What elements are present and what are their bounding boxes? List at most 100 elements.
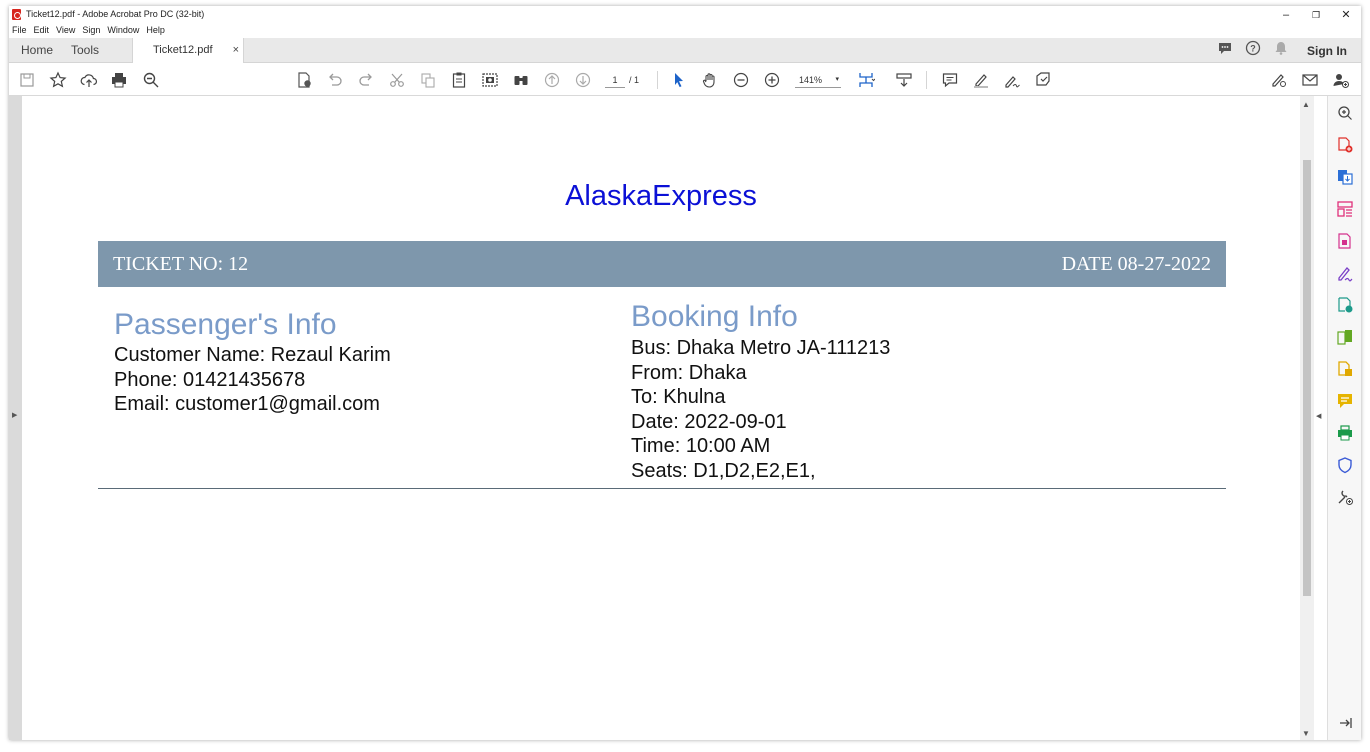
search-zoom-icon[interactable] [1336, 104, 1354, 122]
vertical-scrollbar[interactable]: ▲ ▼ [1300, 96, 1314, 740]
menu-sign[interactable]: Sign [79, 24, 104, 38]
ticket-header-bar: TICKET NO: 12 DATE 08-27-2022 [98, 241, 1226, 287]
svg-text:?: ? [1250, 44, 1256, 54]
stamp-tag-icon[interactable] [1034, 71, 1052, 89]
organize-pages-icon[interactable] [1336, 200, 1354, 218]
comment-icon[interactable] [941, 71, 959, 89]
email-icon[interactable] [1301, 71, 1319, 89]
tabbar-actions: ? Sign In [1217, 38, 1347, 63]
toolbar: 1 / 1 141% ▾ [9, 63, 1361, 96]
create-pdf-icon[interactable] [1336, 136, 1354, 154]
menu-view[interactable]: View [53, 24, 79, 38]
left-panel-toggle[interactable]: ▶ [9, 96, 22, 740]
window-title: Ticket12.pdf - Adobe Acrobat Pro DC (32-… [26, 9, 205, 19]
title-bar: Ticket12.pdf - Adobe Acrobat Pro DC (32-… [9, 6, 1361, 24]
tab-document-label: Ticket12.pdf [153, 44, 213, 56]
menu-file[interactable]: File [9, 24, 31, 38]
booking-bus: Bus: Dhaka Metro JA-111213 [631, 337, 891, 359]
cloud-upload-icon[interactable] [80, 71, 98, 89]
zoom-search-icon[interactable] [142, 71, 160, 89]
scroll-down-icon[interactable]: ▼ [1302, 729, 1310, 738]
add-user-icon[interactable] [1332, 71, 1350, 89]
restore-button[interactable]: ❐ [1301, 6, 1331, 24]
zoom-level-value: 141% [799, 75, 823, 85]
next-page-icon[interactable] [574, 71, 592, 89]
comment-tool-icon[interactable] [1336, 392, 1354, 410]
scroll-mode-icon[interactable] [895, 71, 913, 89]
menu-window[interactable]: Window [104, 24, 143, 38]
scrollbar-thumb[interactable] [1303, 160, 1311, 596]
booking-info-title: Booking Info [631, 300, 798, 333]
fill-sign-icon[interactable] [1270, 71, 1288, 89]
more-tools-icon[interactable] [1336, 488, 1354, 506]
prev-page-icon[interactable] [543, 71, 561, 89]
page-total: / 1 [629, 75, 640, 85]
booking-seats: Seats: D1,D2,E2,E1, [631, 460, 816, 482]
scroll-up-icon[interactable]: ▲ [1302, 100, 1310, 109]
undo-icon[interactable] [326, 71, 344, 89]
booking-date: Date: 2022-09-01 [631, 411, 787, 433]
tab-document[interactable]: Ticket12.pdf × [132, 38, 244, 63]
passenger-name: Customer Name: Rezaul Karim [114, 344, 391, 366]
highlight-pen-icon[interactable] [972, 71, 990, 89]
toolbar-divider [657, 71, 658, 89]
collapse-pane-icon[interactable] [1336, 714, 1354, 732]
sign-in-button[interactable]: Sign In [1307, 44, 1347, 58]
ticket-number: TICKET NO: 12 [113, 253, 249, 275]
zoom-out-icon[interactable] [732, 71, 750, 89]
brand-title: AlaskaExpress [565, 180, 757, 212]
expand-right-icon: ▶ [12, 412, 18, 419]
sign-pen-icon[interactable] [1003, 71, 1021, 89]
minimize-button[interactable]: – [1271, 6, 1301, 24]
hand-tool-icon[interactable] [701, 71, 719, 89]
zoom-level-select[interactable]: 141% ▾ [795, 72, 841, 88]
paste-clipboard-icon[interactable] [450, 71, 468, 89]
combine-files-icon[interactable] [1336, 360, 1354, 378]
menu-edit[interactable]: Edit [31, 24, 54, 38]
fill-sign-tool-icon[interactable] [1336, 264, 1354, 282]
passenger-email: Email: customer1@gmail.com [114, 393, 380, 415]
print-production-icon[interactable] [1336, 424, 1354, 442]
help-icon[interactable]: ? [1245, 40, 1261, 61]
bookmark-star-icon[interactable] [49, 71, 67, 89]
divider-rule [98, 488, 1226, 489]
ticket-date: DATE 08-27-2022 [1061, 253, 1211, 275]
booking-from: From: Dhaka [631, 362, 747, 384]
print-icon[interactable] [110, 71, 128, 89]
compare-files-icon[interactable] [1336, 328, 1354, 346]
send-review-icon[interactable] [1336, 296, 1354, 314]
chevron-down-icon: ▾ [835, 76, 839, 83]
select-pointer-icon[interactable] [670, 71, 688, 89]
passenger-phone: Phone: 01421435678 [114, 369, 306, 391]
menu-bar: File Edit View Sign Window Help [9, 24, 1361, 38]
booking-time: Time: 10:00 AM [631, 435, 771, 457]
tab-tools[interactable]: Tools [71, 38, 99, 63]
redo-icon[interactable] [357, 71, 375, 89]
bell-icon[interactable] [1273, 40, 1289, 61]
tab-close-icon[interactable]: × [233, 38, 239, 62]
acrobat-app-icon [12, 9, 21, 20]
acrobat-window: Ticket12.pdf - Adobe Acrobat Pro DC (32-… [9, 6, 1361, 740]
find-binoculars-icon[interactable] [512, 71, 530, 89]
tab-home[interactable]: Home [21, 38, 53, 63]
close-window-button[interactable]: ✕ [1331, 6, 1361, 24]
protect-shield-icon[interactable] [1336, 456, 1354, 474]
comment-bubble-icon[interactable] [1217, 40, 1233, 61]
collapse-panel-icon[interactable]: ◀ [1316, 412, 1321, 420]
page-fit-icon[interactable] [857, 71, 875, 89]
export-pdf-tool-icon[interactable] [1336, 168, 1354, 186]
page-number-input[interactable]: 1 [605, 72, 625, 88]
tab-bar: Home Tools Ticket12.pdf × ? Sign In [9, 38, 1361, 63]
snapshot-camera-icon[interactable] [481, 71, 499, 89]
export-pdf-icon[interactable] [295, 71, 313, 89]
edit-pdf-icon[interactable] [1336, 232, 1354, 250]
toolbar-divider [926, 71, 927, 89]
zoom-in-icon[interactable] [763, 71, 781, 89]
copy-icon[interactable] [419, 71, 437, 89]
cut-icon[interactable] [388, 71, 406, 89]
save-icon[interactable] [18, 71, 36, 89]
document-view[interactable]: AlaskaExpress TICKET NO: 12 DATE 08-27-2… [22, 96, 1300, 740]
booking-to: To: Khulna [631, 386, 726, 408]
menu-help[interactable]: Help [143, 24, 169, 38]
tools-pane [1327, 96, 1361, 740]
